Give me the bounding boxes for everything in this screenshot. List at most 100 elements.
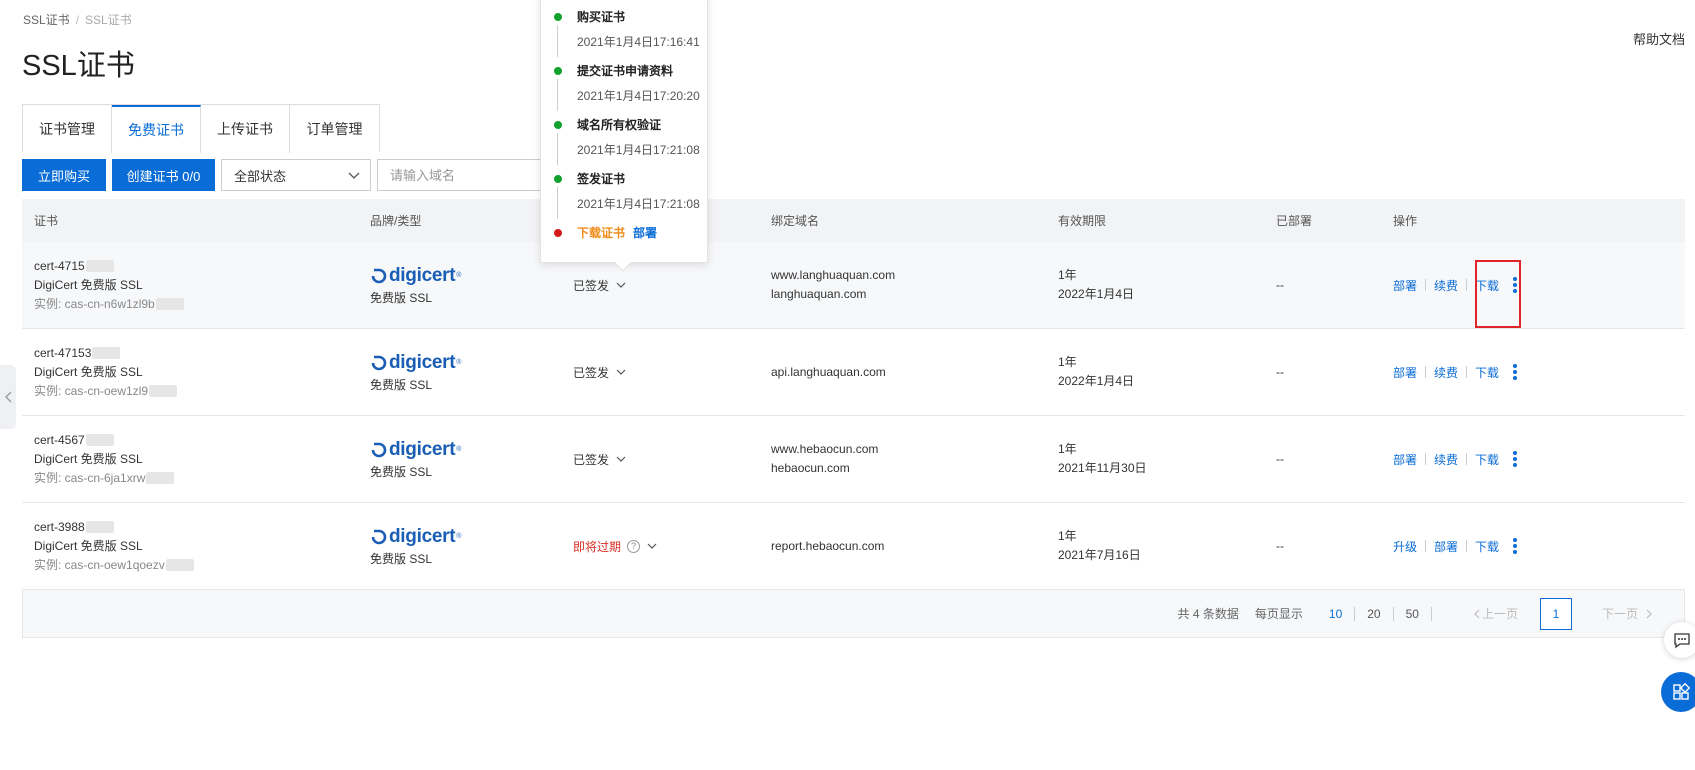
brand-cell: digicert ® 免费版 SSL — [358, 352, 561, 393]
domain-1: report.hebaocun.com — [771, 538, 885, 553]
redacted-mask — [85, 260, 114, 273]
status-dropdown[interactable]: 已签发 — [573, 364, 759, 381]
renew-link[interactable]: 续费 — [1434, 451, 1458, 468]
redacted-mask — [92, 347, 121, 360]
valid-period: 1年 — [1058, 529, 1077, 543]
valid-period: 1年 — [1058, 268, 1077, 282]
more-vertical-icon[interactable] — [1513, 538, 1518, 554]
chevron-left-icon — [4, 391, 11, 403]
status-dropdown[interactable]: 已签发 — [573, 451, 759, 468]
table-row: cert-3988 DigiCert 免费版 SSL 实例: cas-cn-oe… — [22, 503, 1685, 590]
digicert-logo: digicert ® — [370, 352, 561, 374]
toolbar: 立即购买 创建证书 0/0 全部状态 — [22, 159, 547, 191]
status-filter-select[interactable]: 全部状态 — [221, 159, 371, 191]
domain-1: www.langhuaquan.com — [771, 268, 896, 282]
valid-until: 2022年1月4日 — [1058, 287, 1135, 301]
chat-float-button[interactable] — [1664, 622, 1695, 658]
valid-cell: 1年 2021年11月30日 — [1046, 440, 1264, 478]
deploy-link[interactable]: 部署 — [1393, 277, 1417, 294]
breadcrumb-current: SSL证书 — [85, 13, 132, 27]
breadcrumb-root[interactable]: SSL证书 — [23, 13, 70, 27]
tab-cert-management[interactable]: 证书管理 — [23, 105, 112, 153]
sidebar-collapse-toggle[interactable] — [0, 365, 16, 429]
step-time: 2021年1月4日17:21:08 — [577, 197, 700, 211]
status-text: 即将过期 — [573, 539, 622, 554]
chevron-down-icon — [647, 543, 657, 549]
tab-order-management[interactable]: 订单管理 — [290, 105, 379, 153]
cert-table: 证书 品牌/类型 绑定域名 有效期限 已部署 操作 cert-4715 Digi… — [22, 199, 1685, 638]
download-cert-link[interactable]: 下载证书 — [577, 226, 625, 240]
more-vertical-icon[interactable] — [1513, 277, 1518, 293]
digicert-logo: digicert ® — [370, 439, 561, 461]
help-question-icon[interactable]: ? — [627, 539, 641, 553]
status-dropdown[interactable]: 即将过期 ? — [573, 538, 759, 555]
table-row: cert-4715 DigiCert 免费版 SSL 实例: cas-cn-n6… — [22, 242, 1685, 329]
domain-1: api.langhuaquan.com — [771, 364, 886, 379]
chevron-down-icon — [348, 172, 360, 179]
download-link[interactable]: 下载 — [1475, 538, 1499, 555]
download-link[interactable]: 下载 — [1475, 364, 1499, 381]
page-number-current[interactable]: 1 — [1539, 597, 1572, 630]
buy-now-button[interactable]: 立即购买 — [22, 159, 106, 191]
renew-link[interactable]: 续费 — [1434, 364, 1458, 381]
cert-cell: cert-4715 DigiCert 免费版 SSL 实例: cas-cn-n6… — [22, 257, 358, 314]
apps-float-button[interactable] — [1661, 672, 1695, 712]
tab-upload-cert[interactable]: 上传证书 — [201, 105, 290, 153]
renew-link[interactable]: 续费 — [1434, 277, 1458, 294]
domain-2: langhuaquan.com — [771, 287, 867, 301]
tab-free-cert[interactable]: 免费证书 — [112, 105, 201, 153]
cert-id: cert-4567 — [34, 432, 85, 447]
brand-cell: digicert ® 免费版 SSL — [358, 439, 561, 480]
page-size-50[interactable]: 50 — [1394, 606, 1432, 621]
create-cert-button[interactable]: 创建证书 0/0 — [112, 159, 215, 191]
divider — [1425, 540, 1427, 552]
download-link[interactable]: 下载 — [1475, 451, 1499, 468]
page-size-20[interactable]: 20 — [1355, 606, 1394, 621]
success-dot-icon — [554, 175, 562, 183]
domain-cell: api.langhuaquan.com — [759, 363, 1046, 382]
chevron-right-icon — [1646, 609, 1652, 618]
status-cell: 即将过期 ? — [561, 538, 759, 555]
timeline-step: 购买证书 2021年1月4日17:16:41 — [554, 7, 704, 61]
chevron-down-icon — [616, 456, 626, 462]
upgrade-link[interactable]: 升级 — [1393, 538, 1417, 555]
download-link[interactable]: 下载 — [1475, 277, 1499, 294]
domain-search-input[interactable] — [377, 159, 547, 191]
domain-cell: www.langhuaquan.com langhuaquan.com — [759, 266, 1046, 304]
brand-cell: digicert ® 免费版 SSL — [358, 526, 561, 567]
cert-id: cert-3988 — [34, 519, 85, 534]
status-text: 已签发 — [573, 452, 610, 467]
deploy-link[interactable]: 部署 — [1393, 451, 1417, 468]
redacted-mask — [146, 472, 175, 485]
status-filter-value: 全部状态 — [234, 168, 287, 184]
step-time: 2021年1月4日17:20:20 — [577, 89, 700, 103]
cert-cell: cert-3988 DigiCert 免费版 SSL 实例: cas-cn-oe… — [22, 518, 358, 575]
valid-period: 1年 — [1058, 355, 1077, 369]
page-title: SSL证书 — [22, 50, 135, 82]
per-page-label: 每页显示 — [1254, 607, 1303, 621]
brand-cell: digicert ® 免费版 SSL — [358, 265, 561, 306]
help-doc-link[interactable]: 帮助文档 — [1633, 29, 1685, 48]
deploy-link[interactable]: 部署 — [1393, 364, 1417, 381]
apps-grid-icon — [1673, 683, 1690, 700]
cert-instance: 实例: cas-cn-oew1zl9 — [34, 383, 149, 398]
valid-cell: 1年 2022年1月4日 — [1046, 266, 1264, 304]
step-time: 2021年1月4日17:21:08 — [577, 143, 700, 157]
valid-until: 2022年1月4日 — [1058, 374, 1135, 388]
deploy-link[interactable]: 部署 — [1434, 538, 1458, 555]
divider — [1425, 453, 1427, 465]
next-page-button[interactable]: 下一页 — [1602, 605, 1654, 622]
prev-page-button[interactable]: 上一页 — [1472, 605, 1518, 622]
domain-cell: www.hebaocun.com hebaocun.com — [759, 440, 1046, 478]
more-vertical-icon[interactable] — [1513, 364, 1518, 380]
status-dropdown[interactable]: 已签发 — [573, 277, 759, 294]
redacted-mask — [165, 559, 194, 572]
domain-cell: report.hebaocun.com — [759, 537, 1046, 556]
cert-name: DigiCert 免费版 SSL — [34, 538, 143, 553]
valid-until: 2021年7月16日 — [1058, 548, 1141, 562]
table-header: 证书 品牌/类型 绑定域名 有效期限 已部署 操作 — [22, 199, 1685, 242]
more-vertical-icon[interactable] — [1513, 451, 1518, 467]
deploy-link[interactable]: 部署 — [633, 226, 657, 240]
digicert-mark-icon — [371, 529, 387, 544]
page-size-10[interactable]: 10 — [1317, 606, 1356, 621]
